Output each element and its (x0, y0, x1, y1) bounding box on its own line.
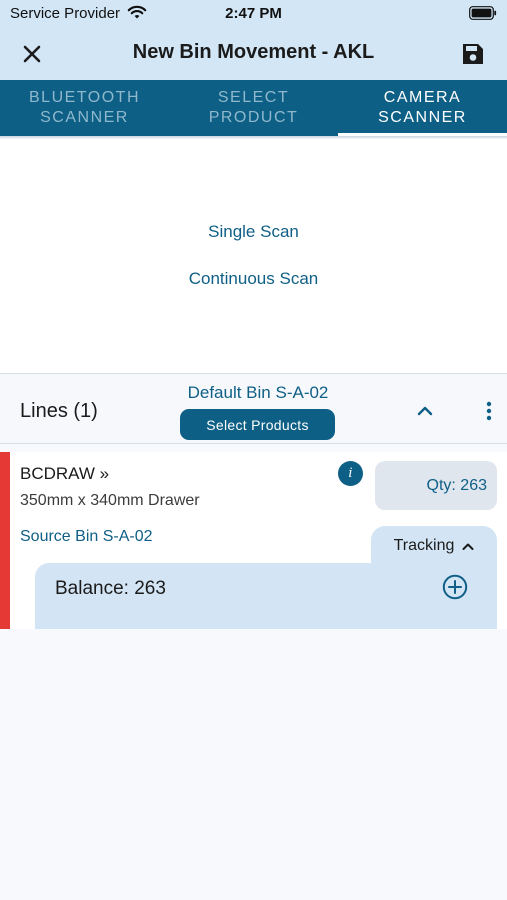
product-description: 350mm x 340mm Drawer (20, 492, 200, 509)
battery-icon (469, 6, 497, 20)
tracking-toggle[interactable]: Tracking (371, 526, 497, 566)
line-item: BCDRAW » 350mm x 340mm Drawer i Qty: 263… (0, 452, 507, 629)
quantity-field[interactable]: Qty: 263 (375, 461, 497, 510)
continuous-scan-button[interactable]: Continuous Scan (0, 269, 507, 289)
more-options-button[interactable] (478, 398, 500, 424)
single-scan-button[interactable]: Single Scan (0, 222, 507, 242)
add-tracking-button[interactable] (441, 573, 469, 601)
page-title: New Bin Movement - AKL (132, 41, 375, 63)
close-button[interactable] (14, 38, 50, 70)
status-bar: Service Provider 2:47 PM (0, 0, 507, 28)
lines-title: Lines (1) (20, 400, 98, 422)
info-button[interactable]: i (338, 461, 363, 486)
product-code-link[interactable]: BCDRAW » (20, 464, 109, 484)
source-bin-link[interactable]: Source Bin S-A-02 (20, 528, 153, 546)
close-icon (23, 45, 41, 63)
chevron-up-icon (462, 543, 474, 550)
tab-bluetooth-scanner[interactable]: BLUETOOTH SCANNER (0, 80, 169, 136)
select-products-button[interactable]: Select Products (180, 409, 335, 440)
tab-select-product[interactable]: SELECT PRODUCT (169, 80, 338, 136)
default-bin-link[interactable]: Default Bin S-A-02 (160, 383, 356, 403)
save-icon (463, 44, 483, 64)
balance-label: Balance: 263 (55, 578, 166, 599)
tab-camera-scanner[interactable]: CAMERA SCANNER (338, 80, 507, 136)
tracking-panel: Balance: 263 (35, 563, 497, 629)
save-button[interactable] (455, 38, 491, 70)
tab-bar: BLUETOOTH SCANNER SELECT PRODUCT CAMERA … (0, 80, 507, 136)
lines-header: Lines (1) Default Bin S-A-02 Select Prod… (0, 373, 507, 444)
app-bar: New Bin Movement - AKL (0, 28, 507, 80)
add-circle-icon (442, 574, 468, 600)
info-icon: i (348, 466, 353, 481)
more-vertical-icon (486, 401, 492, 421)
line-status-indicator (0, 452, 10, 629)
collapse-lines-button[interactable] (410, 398, 440, 424)
camera-scan-panel: Single Scan Continuous Scan (0, 139, 507, 373)
chevron-up-icon (417, 406, 433, 416)
status-time: 2:47 PM (225, 5, 282, 22)
tracking-label: Tracking (393, 537, 455, 554)
